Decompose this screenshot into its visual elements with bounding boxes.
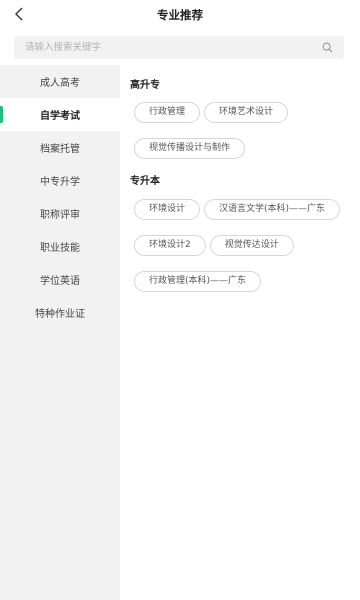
major-tag[interactable]: 环境设计2 [134,235,206,256]
major-tag[interactable]: 行政管理(本科)——广东 [134,271,262,292]
tag-group: 环境设计 汉语言文学(本科)——广东环境设计2 视觉传达设计行政管理(本科)——广东 [134,196,354,304]
sidebar-item-degree-english[interactable]: 学位英语 [0,263,120,296]
major-tag[interactable]: 环境艺术设计 [204,102,289,123]
sidebar-item-label: 职称评审 [40,210,80,221]
major-tag[interactable]: 汉语言文学(本科)——广东 [204,199,341,220]
sidebar-item-label: 成人高考 [40,78,80,89]
sidebar-item-secondary-upgrade[interactable]: 中专升学 [0,164,120,197]
major-tag[interactable]: 视觉传播设计与制作 [134,138,246,159]
major-list: 高升专 行政管理 环境艺术设计视觉传播设计与制作 专升本 环境设计 汉语言文学(本科… [120,65,360,600]
tag-group: 行政管理 环境艺术设计视觉传播设计与制作 [134,99,354,171]
sidebar-item-special-operation-cert[interactable]: 特种作业证 [0,296,120,329]
sidebar-item-label: 特种作业证 [35,309,85,320]
sidebar-item-label: 学位英语 [40,276,80,287]
sidebar-item-label: 中专升学 [40,177,80,188]
major-tag[interactable]: 行政管理 [134,102,201,123]
search-icon[interactable] [321,42,333,54]
major-tag[interactable]: 环境设计 [134,199,201,220]
search-bar[interactable] [14,36,344,59]
sidebar-item-file-custody[interactable]: 档案托管 [0,131,120,164]
sidebar-item-title-review[interactable]: 职称评审 [0,197,120,230]
sidebar-item-vocational-skills[interactable]: 职业技能 [0,230,120,263]
page-title: 专业推荐 [157,8,203,22]
section-title: 专升本 [130,176,160,187]
sidebar-item-label: 职业技能 [40,243,80,254]
section-title: 高升专 [130,80,160,91]
sidebar-item-label: 自学考试 [40,111,80,122]
sidebar-item-self-study-exam[interactable]: 自学考试 [0,98,120,131]
header: 专业推荐 [0,0,360,30]
search-input[interactable] [14,36,321,59]
sidebar-item-adult-exam[interactable]: 成人高考 [0,65,120,98]
major-tag[interactable]: 视觉传达设计 [209,235,294,256]
category-sidebar: 成人高考 自学考试 档案托管 中专升学 职称评审 职业技能 学位英语 特种作业证 [0,65,120,600]
sidebar-item-label: 档案托管 [40,144,80,155]
